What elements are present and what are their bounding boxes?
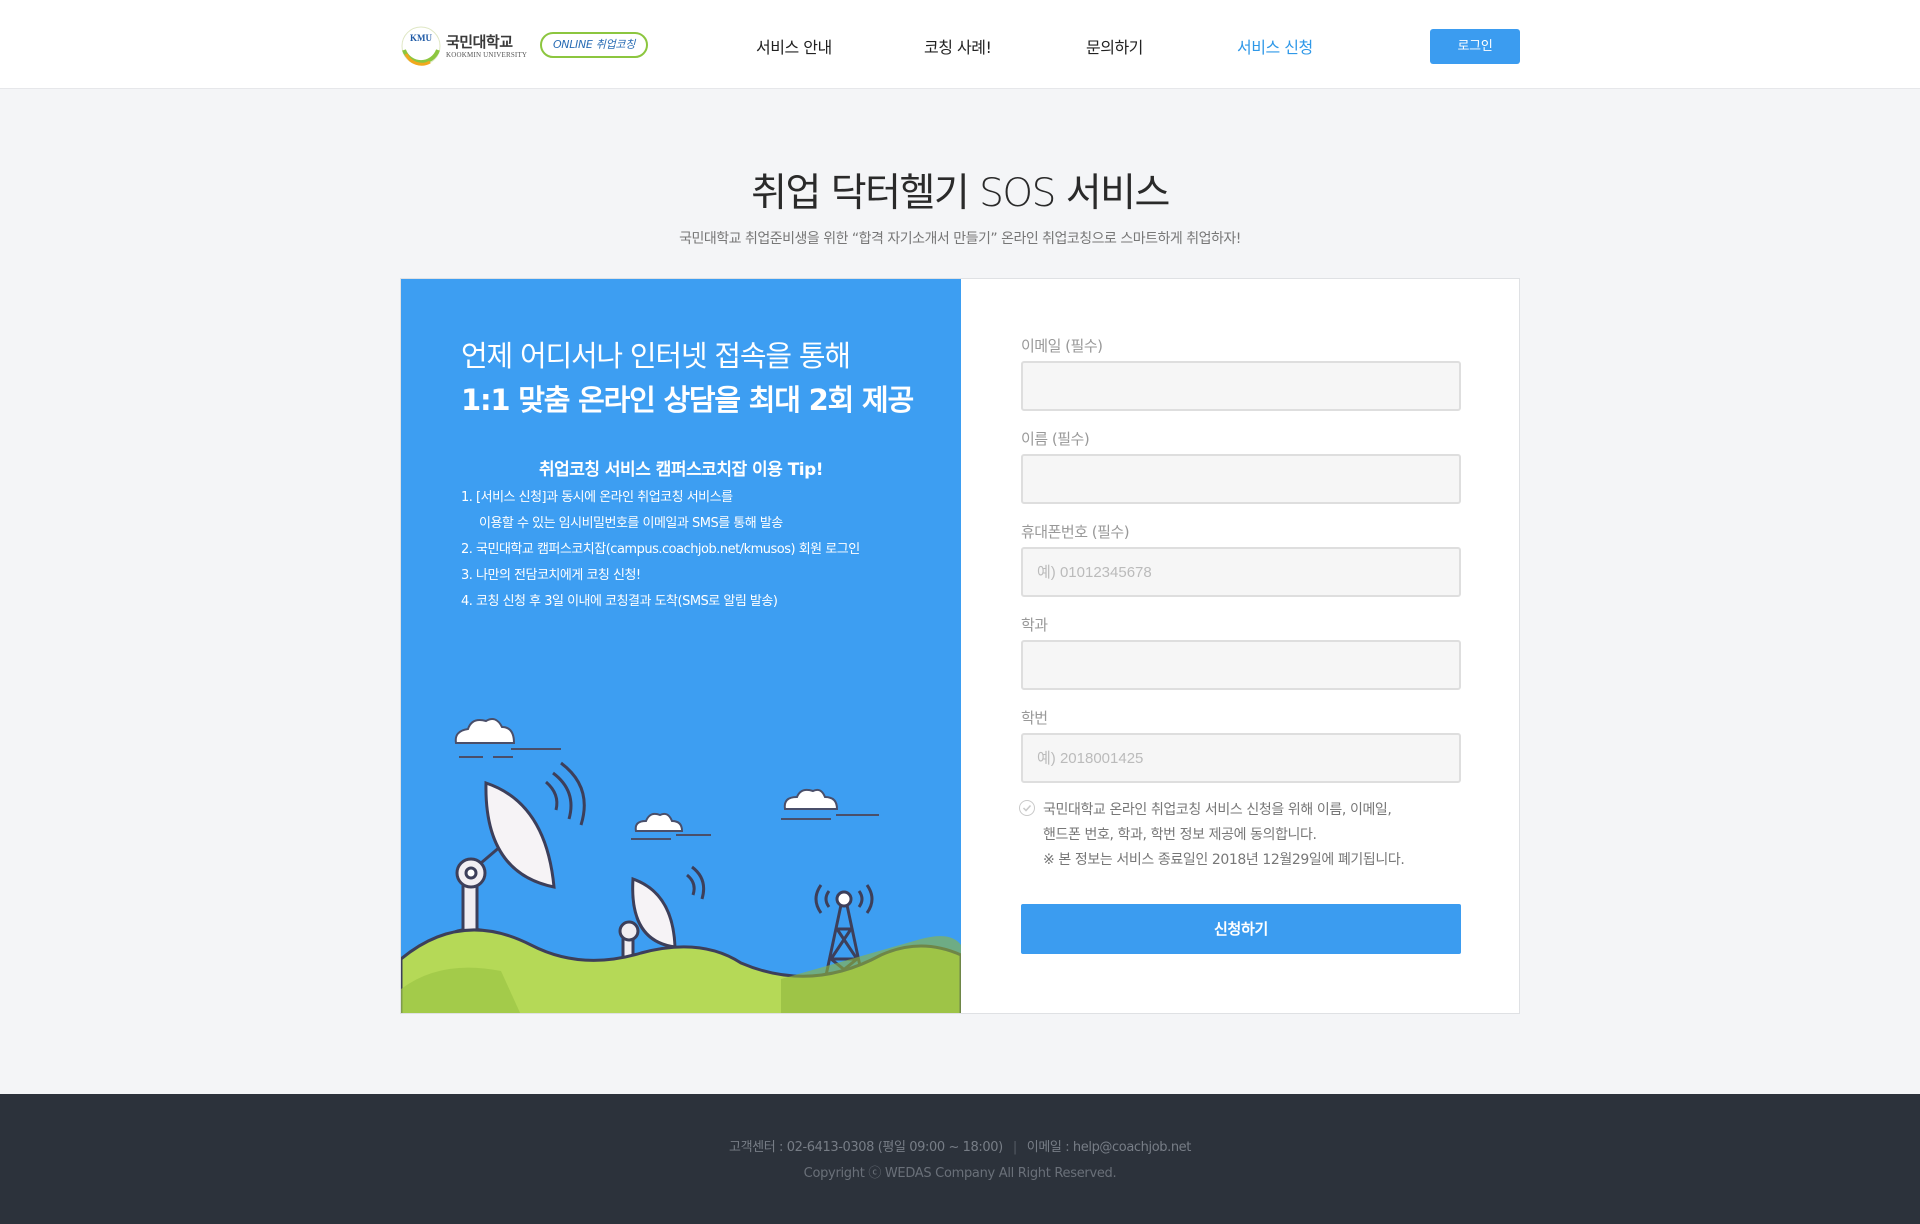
cloud-icon (781, 788, 879, 820)
page-title: 취업 닥터헬기 SOS 서비스 (751, 171, 1170, 216)
tip-item: 4. 코칭 신청 후 3일 이내에 코칭결과 도착(SMS로 알림 발송) (461, 594, 778, 609)
top-header: KMU 국민대학교 KOOKMIN UNIVERSITY ONLINE 취업코칭… (0, 0, 1920, 89)
copyright-text: Copyright ⓒ WEDAS Company All Right Rese… (803, 1166, 1117, 1181)
kmu-emblem-icon: KMU (401, 26, 441, 66)
online-coaching-badge: ONLINE 취업코칭 (540, 32, 648, 58)
kookmin-logo[interactable]: KMU 국민대학교 KOOKMIN UNIVERSITY ONLINE 취업코칭 (400, 24, 652, 68)
nav-inquiry[interactable]: 문의하기 (1086, 34, 1143, 58)
phone-field[interactable] (1021, 547, 1461, 597)
tip-item: 2. 국민대학교 캠퍼스코치잡(campus.coachjob.net/kmus… (461, 542, 860, 557)
footer-email-text[interactable]: 이메일 : help@coachjob.net (1027, 1140, 1192, 1155)
customer-center-text: 고객센터 : 02-6413-0308 (평일 09:00 ~ 18:00) (729, 1140, 1003, 1155)
email-label: 이메일 (필수) (1021, 337, 1103, 355)
check-icon (1022, 804, 1032, 812)
apply-card: 언제 어디서나 인터넷 접속을 통해 1:1 맞춤 온라인 상담을 최대 2회 … (400, 278, 1520, 1014)
tip-item: 3. 나만의 전담코치에게 코칭 신청! (461, 568, 641, 583)
department-label: 학과 (1021, 616, 1048, 634)
logo-name-kr: 국민대학교 (446, 33, 513, 51)
big-dish-icon (415, 761, 586, 961)
satellite-dish-illustration (401, 718, 961, 1013)
department-field[interactable] (1021, 640, 1461, 690)
disposal-notice: ※ 본 정보는 서비스 종료일인 2018년 12월29일에 폐기됩니다. (1043, 852, 1405, 868)
student-id-label: 학번 (1021, 709, 1048, 727)
tip-item: 이용할 수 있는 임시비밀번호를 이메일과 SMS를 통해 발송 (479, 516, 783, 531)
nav-service-guide[interactable]: 서비스 안내 (756, 34, 832, 58)
email-field[interactable] (1021, 361, 1461, 411)
page-subtitle: 국민대학교 취업준비생을 위한 “합격 자기소개서 만들기” 온라인 취업코칭으… (679, 231, 1241, 247)
agree-checkbox[interactable] (1019, 800, 1035, 816)
phone-label: 휴대폰번호 (필수) (1021, 523, 1130, 541)
cloud-icon (454, 718, 561, 758)
promo-panel: 언제 어디서나 인터넷 접속을 통해 1:1 맞춤 온라인 상담을 최대 2회 … (401, 279, 961, 1013)
tip-item: 1. [서비스 신청]과 동시에 온라인 취업코칭 서비스를 (461, 490, 733, 505)
footer-separator: | (1012, 1140, 1017, 1155)
emblem-text: KMU (410, 33, 432, 43)
footer-contact-line: 고객센터 : 02-6413-0308 (평일 09:00 ~ 18:00) | 이… (0, 1136, 1920, 1155)
name-field[interactable] (1021, 454, 1461, 504)
apply-submit-button[interactable]: 신청하기 (1021, 904, 1461, 954)
logo-name-en: KOOKMIN UNIVERSITY (446, 51, 528, 59)
agree-text: 국민대학교 온라인 취업코칭 서비스 신청을 위해 이름, 이메일, (1043, 802, 1392, 818)
footer: 고객센터 : 02-6413-0308 (평일 09:00 ~ 18:00) | 이… (0, 1094, 1920, 1224)
promo-headline-1: 언제 어디서나 인터넷 접속을 통해 (461, 339, 851, 373)
promo-headline-2: 1:1 맞춤 온라인 상담을 최대 2회 제공 (461, 383, 914, 417)
nav-coaching-cases[interactable]: 코칭 사례! (924, 34, 992, 58)
student-id-field[interactable] (1021, 733, 1461, 783)
name-label: 이름 (필수) (1021, 430, 1090, 448)
login-button[interactable]: 로그인 (1430, 29, 1520, 64)
agree-text: 핸드폰 번호, 학과, 학번 정보 제공에 동의합니다. (1043, 827, 1317, 843)
nav-service-apply[interactable]: 서비스 신청 (1237, 34, 1313, 58)
tip-title: 취업코칭 서비스 캠퍼스코치잡 이용 Tip! (538, 460, 824, 480)
cloud-icon (631, 812, 711, 840)
hill-shadow-shape (781, 936, 961, 1013)
